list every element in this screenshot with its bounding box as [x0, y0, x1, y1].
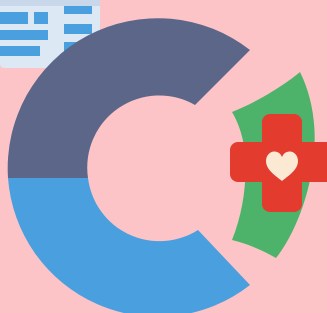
health-logo	[0, 0, 327, 313]
health-care-logo-icon	[0, 0, 327, 313]
